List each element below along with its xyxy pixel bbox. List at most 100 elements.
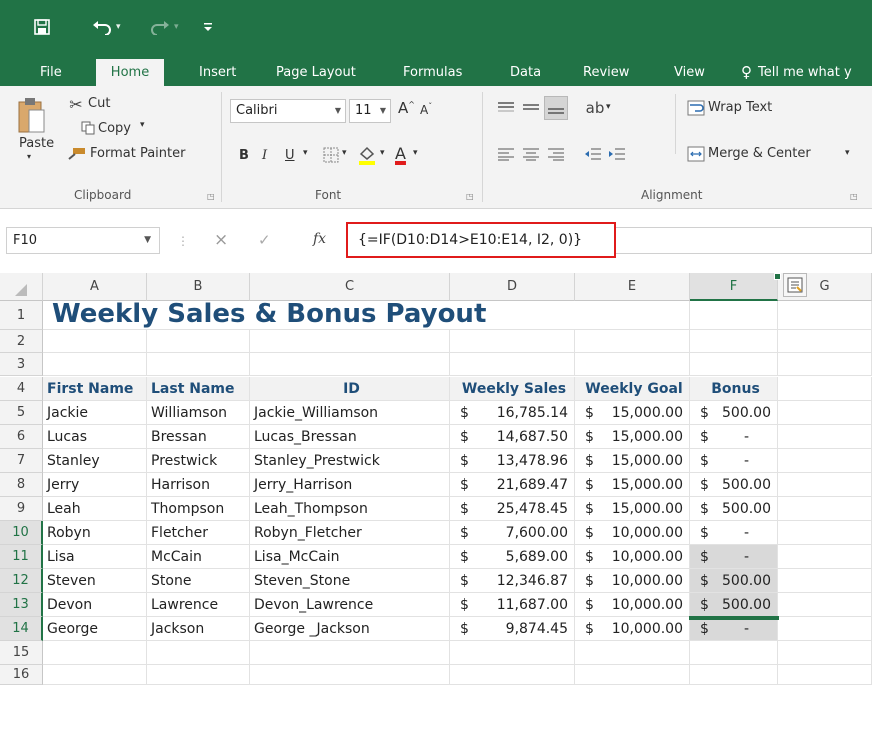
cell[interactable] bbox=[778, 473, 872, 497]
borders-dropdown-icon[interactable]: ▾ bbox=[342, 148, 347, 158]
cell[interactable] bbox=[690, 353, 778, 376]
copy-dropdown-icon[interactable]: ▾ bbox=[140, 120, 145, 130]
undo-icon[interactable]: ▾ bbox=[92, 0, 121, 54]
cell-weekly-sales[interactable]: $21,689.47 bbox=[450, 473, 575, 497]
cell-first[interactable]: Lucas bbox=[43, 425, 147, 449]
chevron-down-icon[interactable]: ▼ bbox=[144, 228, 151, 253]
cell[interactable] bbox=[450, 353, 575, 376]
cell-id[interactable]: Stanley_Prestwick bbox=[250, 449, 450, 473]
cell-first[interactable]: Stanley bbox=[43, 449, 147, 473]
tab-page-layout[interactable]: Page Layout bbox=[270, 59, 362, 86]
cell-bonus[interactable]: $500.00 bbox=[690, 497, 778, 521]
font-name-select[interactable]: Calibri ▼ bbox=[230, 99, 346, 123]
cell[interactable] bbox=[778, 497, 872, 521]
cell-weekly-goal[interactable]: $15,000.00 bbox=[575, 497, 690, 521]
cell[interactable] bbox=[778, 401, 872, 425]
cell[interactable] bbox=[250, 330, 450, 353]
format-painter-button[interactable]: Format Painter bbox=[90, 146, 185, 161]
merge-center-button[interactable]: Merge & Center bbox=[708, 146, 811, 161]
wrap-text-icon[interactable] bbox=[686, 98, 706, 118]
cell[interactable] bbox=[778, 593, 872, 617]
column-header-a[interactable]: A bbox=[43, 273, 147, 301]
cell[interactable] bbox=[690, 301, 778, 330]
copy-button[interactable]: Copy bbox=[98, 121, 131, 136]
cell[interactable] bbox=[43, 353, 147, 376]
cell-bonus[interactable]: $ - bbox=[690, 617, 778, 641]
align-center-icon[interactable] bbox=[520, 144, 542, 164]
align-middle-icon[interactable] bbox=[520, 98, 542, 118]
row-header-11[interactable]: 11 bbox=[0, 545, 43, 569]
cell[interactable] bbox=[43, 330, 147, 353]
cell[interactable] bbox=[778, 353, 872, 376]
alignment-launcher-icon[interactable]: ◳ bbox=[850, 192, 858, 201]
redo-icon[interactable]: ▾ bbox=[150, 0, 179, 54]
cell-last[interactable]: Lawrence bbox=[147, 593, 250, 617]
cell[interactable] bbox=[690, 665, 778, 685]
cell-weekly-goal[interactable]: $10,000.00 bbox=[575, 521, 690, 545]
cell-bonus[interactable]: $500.00 bbox=[690, 473, 778, 497]
row-header-3[interactable]: 3 bbox=[0, 353, 43, 376]
cell[interactable] bbox=[43, 665, 147, 685]
font-size-select[interactable]: 11 ▼ bbox=[349, 99, 391, 123]
underline-button[interactable]: U bbox=[285, 148, 295, 163]
cell-first[interactable]: Robyn bbox=[43, 521, 147, 545]
font-color-dropdown-icon[interactable]: ▾ bbox=[413, 148, 418, 158]
cut-button[interactable]: Cut bbox=[88, 96, 110, 111]
row-header-14[interactable]: 14 bbox=[0, 617, 43, 641]
cell[interactable] bbox=[450, 330, 575, 353]
tab-file[interactable]: File bbox=[34, 59, 68, 86]
align-left-icon[interactable] bbox=[495, 144, 517, 164]
cell-weekly-goal[interactable]: $10,000.00 bbox=[575, 545, 690, 569]
align-top-icon[interactable] bbox=[495, 98, 517, 118]
cell[interactable] bbox=[147, 641, 250, 665]
tab-home[interactable]: Home bbox=[96, 59, 164, 86]
undo-dropdown-icon[interactable]: ▾ bbox=[116, 22, 121, 32]
cell-weekly-sales[interactable]: $14,687.50 bbox=[450, 425, 575, 449]
cancel-icon[interactable]: × bbox=[214, 230, 228, 250]
cell[interactable] bbox=[575, 330, 690, 353]
cell-last[interactable]: McCain bbox=[147, 545, 250, 569]
cell-last[interactable]: Thompson bbox=[147, 497, 250, 521]
borders-icon[interactable] bbox=[322, 146, 340, 164]
grow-font-button[interactable]: A^ bbox=[398, 99, 415, 117]
tab-view[interactable]: View bbox=[668, 59, 711, 86]
cell-first[interactable]: Jerry bbox=[43, 473, 147, 497]
row-header-4[interactable]: 4 bbox=[0, 377, 43, 401]
cell[interactable] bbox=[450, 665, 575, 685]
copy-icon[interactable] bbox=[80, 120, 96, 136]
cell-last[interactable]: Jackson bbox=[147, 617, 250, 641]
cell-weekly-goal[interactable]: $15,000.00 bbox=[575, 401, 690, 425]
cell-bonus[interactable]: $500.00 bbox=[690, 569, 778, 593]
tab-review[interactable]: Review bbox=[577, 59, 635, 86]
format-painter-icon[interactable] bbox=[66, 144, 88, 162]
cell[interactable] bbox=[778, 425, 872, 449]
cell-id[interactable]: Jerry_Harrison bbox=[250, 473, 450, 497]
cell[interactable] bbox=[690, 641, 778, 665]
cell-weekly-sales[interactable]: $9,874.45 bbox=[450, 617, 575, 641]
fill-handle[interactable] bbox=[774, 273, 781, 280]
cell[interactable] bbox=[250, 353, 450, 376]
clipboard-launcher-icon[interactable]: ◳ bbox=[207, 192, 215, 201]
cell-last[interactable]: Prestwick bbox=[147, 449, 250, 473]
orientation-icon[interactable]: ab bbox=[584, 98, 606, 118]
paste-icon[interactable] bbox=[14, 96, 48, 136]
cell[interactable] bbox=[43, 641, 147, 665]
cell[interactable] bbox=[778, 545, 872, 569]
cell-id[interactable]: Robyn_Fletcher bbox=[250, 521, 450, 545]
cell-weekly-goal[interactable]: $15,000.00 bbox=[575, 473, 690, 497]
customize-qat-icon[interactable] bbox=[203, 0, 213, 54]
row-header-16[interactable]: 16 bbox=[0, 665, 43, 685]
cell-weekly-sales[interactable]: $11,687.00 bbox=[450, 593, 575, 617]
cell-bonus[interactable]: $ - bbox=[690, 545, 778, 569]
cell[interactable] bbox=[778, 330, 872, 353]
cell-first[interactable]: Jackie bbox=[43, 401, 147, 425]
cell-weekly-goal[interactable]: $10,000.00 bbox=[575, 569, 690, 593]
cell-first[interactable]: Lisa bbox=[43, 545, 147, 569]
cell-first[interactable]: George bbox=[43, 617, 147, 641]
row-header-7[interactable]: 7 bbox=[0, 449, 43, 473]
cell-id[interactable]: George _Jackson bbox=[250, 617, 450, 641]
row-header-9[interactable]: 9 bbox=[0, 497, 43, 521]
cell-id[interactable]: Leah_Thompson bbox=[250, 497, 450, 521]
cell[interactable] bbox=[147, 330, 250, 353]
cell-id[interactable]: Lucas_Bressan bbox=[250, 425, 450, 449]
